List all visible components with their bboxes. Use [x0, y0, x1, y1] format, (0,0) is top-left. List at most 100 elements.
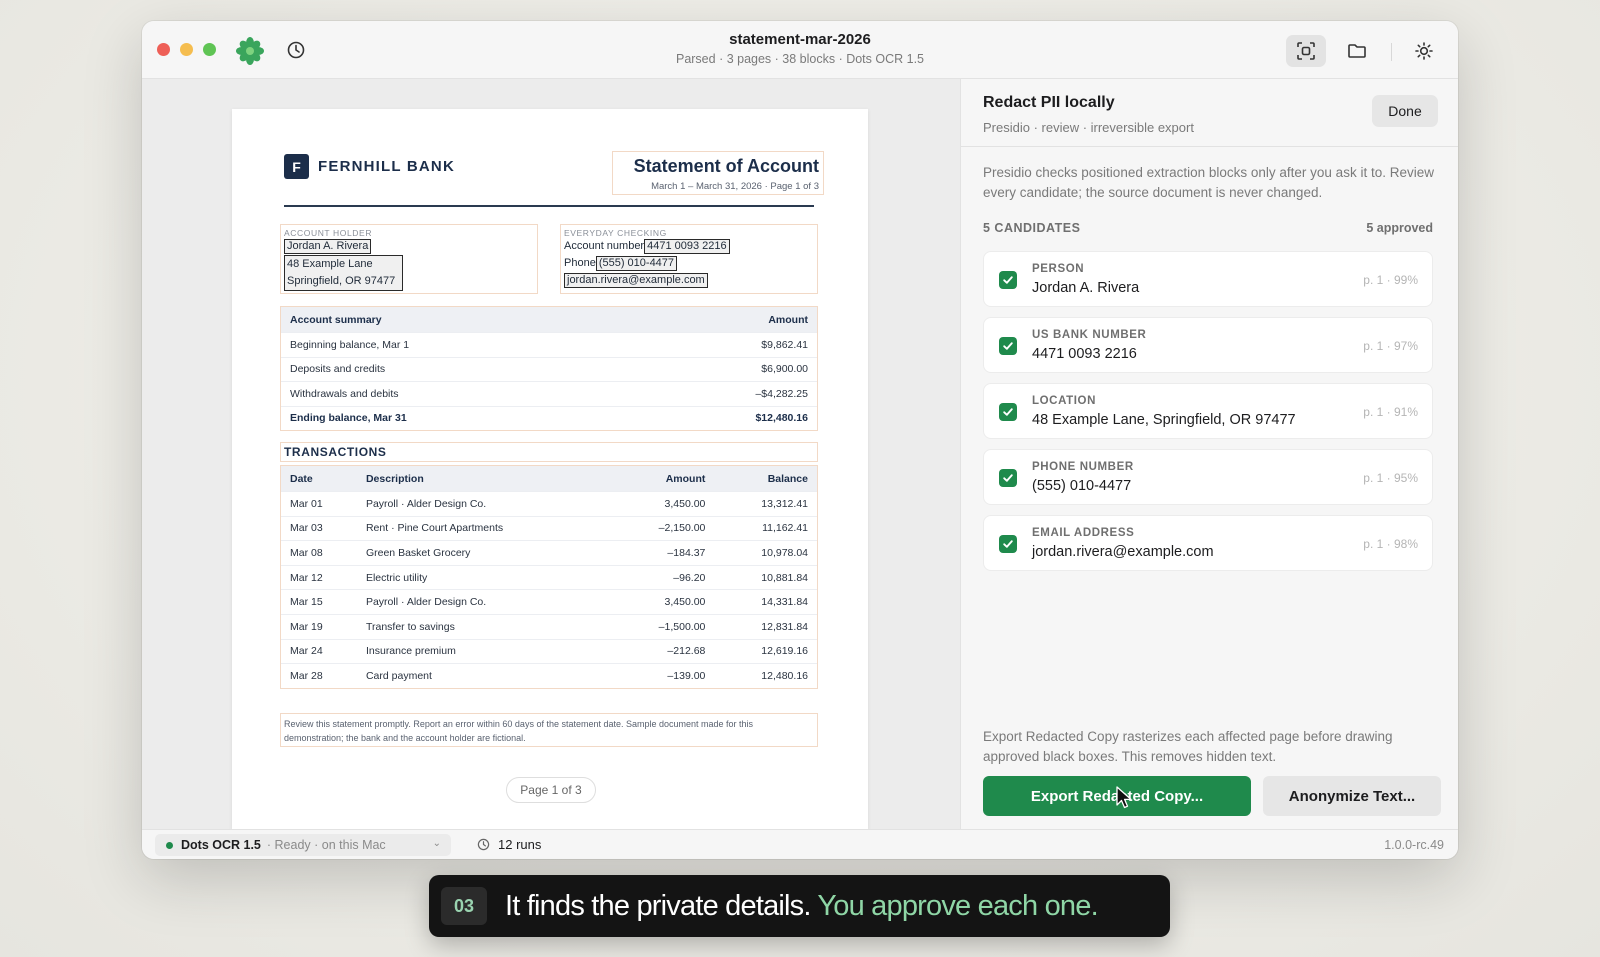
account-holder-label: ACCOUNT HOLDER [284, 228, 373, 238]
account-summary-table: Account summary Amount Beginning balance… [280, 306, 818, 431]
statement-period: March 1 – March 31, 2026 · Page 1 of 3 [651, 181, 819, 192]
pii-person-highlight[interactable]: Jordan A. Rivera [284, 239, 372, 254]
summary-header: Account summary Amount [281, 307, 817, 332]
pii-email-highlight[interactable]: jordan.rivera@example.com [564, 273, 708, 288]
cell-amount: –184.37 [667, 546, 706, 559]
runs-counter[interactable]: 12 runs [477, 837, 541, 852]
cell-description: Card payment [365, 669, 432, 682]
caption-text: It finds the private details. You approv… [505, 889, 1099, 923]
scan-viewfinder-icon [1297, 42, 1315, 60]
summary-amount: –$4,282.25 [755, 387, 808, 400]
cell-amount: –96.20 [673, 571, 706, 584]
approve-checkbox[interactable] [999, 403, 1017, 421]
checkmark-icon [1003, 408, 1013, 416]
statement-title: Statement of Account [633, 156, 819, 176]
candidate-type: LOCATION [1032, 395, 1096, 407]
cell-balance: 13,312.41 [761, 497, 808, 510]
redact-panel: Redact PII locally Presidio · review · i… [960, 79, 1458, 829]
summary-row-total: Ending balance, Mar 31 $12,480.16 [281, 405, 817, 431]
candidate-card[interactable]: US BANK NUMBER 4471 0093 2216 p. 1 · 97% [983, 317, 1433, 373]
candidate-page-confidence: p. 1 · 91% [1363, 405, 1418, 419]
address-line-2: Springfield, OR 97477 [287, 275, 396, 287]
ocr-engine-select[interactable]: Dots OCR 1.5 · Ready · on this Mac ⌄ [155, 834, 451, 856]
candidates-count: 5 CANDIDATES [983, 221, 1081, 235]
candidate-card[interactable]: PERSON Jordan A. Rivera p. 1 · 99% [983, 251, 1433, 307]
cell-description: Electric utility [365, 571, 428, 584]
summary-row: Beginning balance, Mar 1 $9,862.41 [281, 332, 817, 357]
cell-date: Mar 15 [290, 596, 323, 609]
cell-date: Mar 28 [290, 669, 323, 682]
cell-description: Payroll · Alder Design Co. [365, 596, 487, 609]
summary-label: Beginning balance, Mar 1 [290, 338, 410, 351]
status-bar: Dots OCR 1.5 · Ready · on this Mac ⌄ 12 … [142, 829, 1458, 859]
tutorial-caption: 03 It finds the private details. You app… [429, 875, 1170, 937]
phone-label: Phone [564, 257, 596, 269]
header-divider [284, 205, 814, 207]
table-row: Mar 19 Transfer to savings –1,500.00 12,831… [281, 613, 817, 639]
pii-phone-highlight[interactable]: (555) 010-4477 [595, 256, 678, 271]
bank-logo: F [284, 154, 309, 179]
sun-icon [1415, 42, 1433, 60]
pii-bank-number-highlight[interactable]: 4471 0093 2216 [644, 239, 730, 254]
cell-balance: 10,978.04 [761, 546, 808, 559]
cell-date: Mar 24 [290, 645, 323, 658]
checkmark-icon [1003, 474, 1013, 482]
document-page: F FERNHILL BANK Statement of Account Mar… [232, 109, 868, 829]
summary-header-amount: Amount [768, 313, 808, 326]
checkmark-icon [1003, 342, 1013, 350]
cell-amount: –139.00 [667, 669, 706, 682]
cell-balance: 12,831.84 [761, 620, 808, 633]
engine-status: · Ready · on this Mac [266, 838, 386, 852]
candidate-card[interactable]: LOCATION 48 Example Lane, Springfield, OR… [983, 383, 1433, 439]
approve-checkbox[interactable] [999, 337, 1017, 355]
page-indicator[interactable]: Page 1 of 3 [506, 777, 596, 803]
cell-date: Mar 03 [290, 522, 323, 535]
toolbar-divider [1391, 43, 1392, 61]
scan-button[interactable] [1286, 35, 1326, 67]
candidate-type: EMAIL ADDRESS [1032, 527, 1135, 539]
title-bar: statement-mar-2026 Parsed · 3 pages · 38… [142, 21, 1458, 79]
cell-date: Mar 01 [290, 497, 323, 510]
candidate-value: jordan.rivera@example.com [1032, 544, 1214, 560]
pii-location-highlight[interactable]: 48 Example Lane Springfield, OR 97477 [284, 255, 403, 291]
table-row: Mar 24 Insurance premium –212.68 12,619.16 [281, 638, 817, 664]
done-button[interactable]: Done [1372, 95, 1438, 127]
folder-icon [1348, 44, 1366, 58]
table-row: Mar 08 Green Basket Grocery –184.37 10,978.… [281, 540, 817, 565]
transactions-title: TRANSACTIONS [280, 442, 818, 462]
app-version: 1.0.0-rc.49 [1384, 838, 1444, 852]
clock-icon [477, 838, 490, 851]
caption-step-number: 03 [441, 887, 487, 925]
cell-description: Transfer to savings [365, 620, 455, 633]
candidate-card[interactable]: PHONE NUMBER (555) 010-4477 p. 1 · 95% [983, 449, 1433, 505]
candidates-list: PERSON Jordan A. Rivera p. 1 · 99% US BANK … [983, 251, 1433, 581]
approve-checkbox[interactable] [999, 271, 1017, 289]
candidate-page-confidence: p. 1 · 98% [1363, 537, 1418, 551]
document-viewer[interactable]: F FERNHILL BANK Statement of Account Mar… [142, 79, 960, 829]
approve-checkbox[interactable] [999, 535, 1017, 553]
cell-balance: 12,480.16 [761, 669, 808, 682]
table-row: Mar 15 Payroll · Alder Design Co. 3,450.00… [281, 589, 817, 614]
transactions-table: Date Description Amount Balance Mar 01 Pa… [280, 465, 818, 689]
engine-name: Dots OCR 1.5 [181, 838, 261, 852]
candidate-type: US BANK NUMBER [1032, 329, 1147, 341]
bank-name: FERNHILL BANK [318, 158, 455, 175]
candidate-value: (555) 010-4477 [1032, 478, 1132, 494]
summary-row: Withdrawals and debits –$4,282.25 [281, 381, 817, 406]
approve-checkbox[interactable] [999, 469, 1017, 487]
document-title: statement-mar-2026 [729, 31, 871, 48]
open-folder-button[interactable] [1337, 35, 1377, 67]
summary-amount: $6,900.00 [761, 363, 808, 376]
window-title: statement-mar-2026 Parsed · 3 pages · 38… [142, 31, 1458, 66]
caption-main: It finds the private details. [505, 889, 811, 922]
theme-toggle-button[interactable] [1404, 35, 1444, 67]
cell-amount: 3,450.00 [664, 497, 706, 510]
candidate-card[interactable]: EMAIL ADDRESS jordan.rivera@example.com p.… [983, 515, 1433, 571]
table-row: Mar 12 Electric utility –96.20 10,881.84 [281, 564, 817, 590]
summary-amount: $12,480.16 [755, 412, 808, 425]
cell-date: Mar 19 [290, 620, 323, 633]
candidate-page-confidence: p. 1 · 97% [1363, 339, 1418, 353]
panel-subtitle: Presidio · review · irreversible export [983, 120, 1194, 135]
anonymize-text-button[interactable]: Anonymize Text... [1263, 776, 1441, 816]
export-description: Export Redacted Copy rasterizes each aff… [983, 729, 1393, 764]
